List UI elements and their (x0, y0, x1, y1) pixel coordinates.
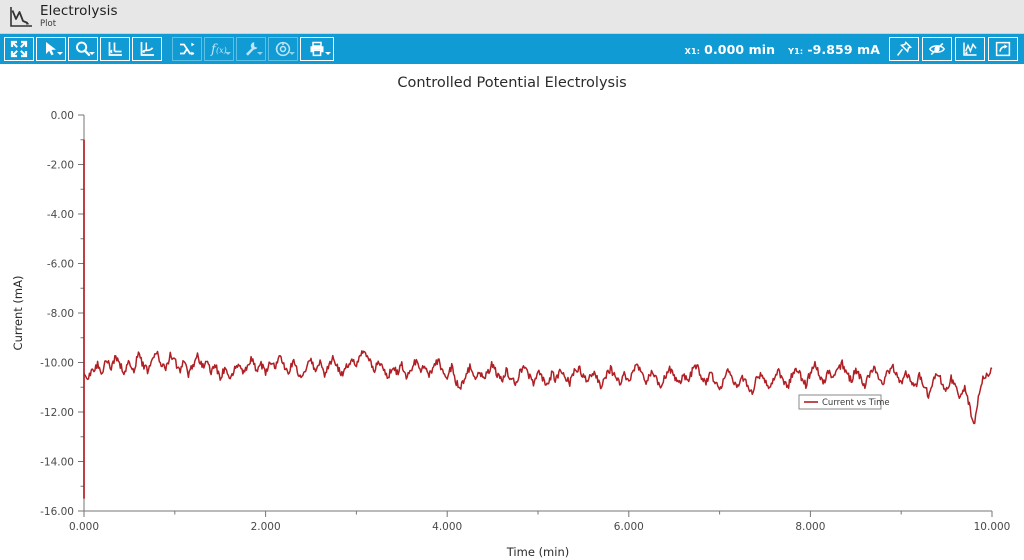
app-header: Electrolysis Plot (0, 0, 1024, 34)
tools-button[interactable] (236, 37, 266, 61)
shuffle-traces-button[interactable] (172, 37, 202, 61)
fit-to-window-button[interactable] (4, 37, 34, 61)
chevron-down-icon (289, 52, 295, 55)
settings-button[interactable] (268, 37, 298, 61)
chevron-down-icon (257, 52, 263, 55)
y-tick-label: 0.00 (51, 110, 74, 122)
y-tick-label: -16.00 (40, 506, 74, 518)
y-tick-label: -6.00 (47, 258, 74, 270)
hide-trace-button[interactable] (922, 37, 952, 61)
x-tick-label: 8.000 (795, 521, 825, 533)
readout-y1: Y1: -9.859 mA (788, 42, 880, 57)
x-tick-label: 10.000 (974, 521, 1011, 533)
readout-y1-label: Y1: (788, 46, 804, 56)
legend-group: Current vs Time (798, 394, 890, 410)
readout-y1-value: -9.859 mA (807, 41, 880, 57)
pin-annotation-button[interactable] (889, 37, 919, 61)
plot-canvas[interactable]: Controlled Potential Electrolysis 0.00 -2… (0, 64, 1024, 560)
export-button[interactable] (988, 37, 1018, 61)
series-group (83, 139, 993, 499)
readout-x1-value: 0.000 min (704, 41, 776, 57)
window-subtitle: Plot (40, 19, 57, 29)
chevron-down-icon (325, 52, 331, 55)
x-axis-title: Time (min) (506, 545, 569, 559)
x-tick-label: 6.000 (614, 521, 644, 533)
y-tick-label: -2.00 (47, 159, 74, 171)
vertical-cursor-button[interactable] (100, 37, 130, 61)
function-button[interactable]: f (x) (204, 37, 234, 61)
toolbar-left-group: f (x) (0, 37, 334, 61)
plot-curve-icon (8, 4, 34, 30)
select-tool-button[interactable] (36, 37, 66, 61)
y-tick-label: -12.00 (40, 407, 74, 419)
free-cursor-button[interactable] (132, 37, 162, 61)
x-tick-label: 2.000 (251, 521, 281, 533)
y-tick-label: -8.00 (47, 308, 74, 320)
readout-x1-label: X1: (684, 46, 701, 56)
plot-toolbar: f (x) X1: 0.000 min Y1: -9.859 mA (0, 34, 1024, 64)
window-title: Electrolysis (40, 2, 118, 19)
y-axis-title: Current (mA) (11, 276, 25, 351)
axis-options-button[interactable] (955, 37, 985, 61)
chevron-down-icon (89, 52, 95, 55)
chevron-down-icon (57, 52, 63, 55)
y-tick-label: -4.00 (47, 209, 74, 221)
chevron-down-icon (225, 52, 231, 55)
y-tick-label: -10.00 (40, 357, 74, 369)
x-tick-label: 4.000 (432, 521, 462, 533)
legend-label: Current vs Time (822, 398, 890, 408)
data-series-line (83, 350, 993, 425)
y-tick-label: -14.00 (40, 456, 74, 468)
x-tick-label: 0.000 (69, 521, 99, 533)
readout-x1: X1: 0.000 min (685, 42, 776, 57)
chart-svg[interactable]: 0.00 -2.00 -4.00 -6.00 -8.00 -10.00 -12.00 -14.… (0, 64, 1024, 560)
zoom-tool-button[interactable] (68, 37, 98, 61)
toolbar-right-group: X1: 0.000 min Y1: -9.859 mA (685, 37, 1024, 61)
print-button[interactable] (300, 37, 334, 61)
axes-group: 0.00 -2.00 -4.00 -6.00 -8.00 -10.00 -12.00 -14.… (11, 110, 1010, 559)
